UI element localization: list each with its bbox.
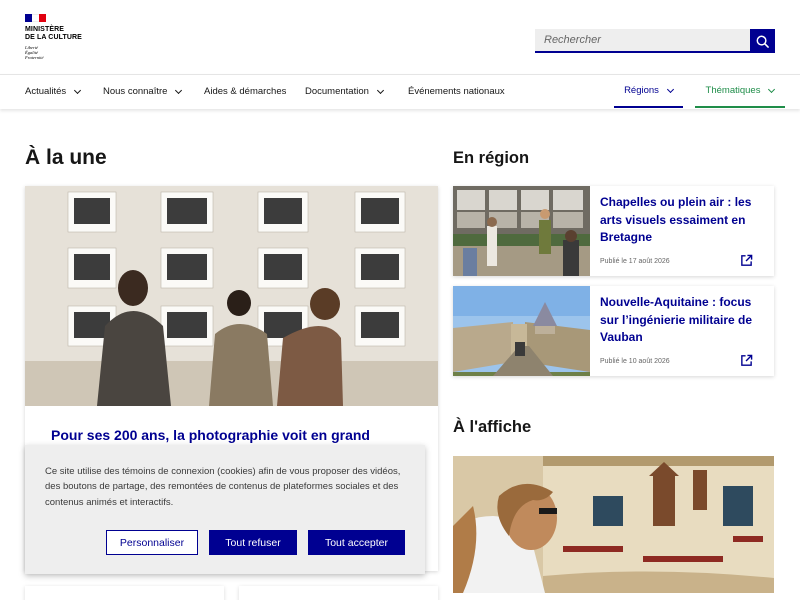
nav-item-actualites[interactable]: Actualités [25, 75, 82, 108]
nav-item-label: Actualités [25, 86, 67, 97]
nav-item-label: Nous connaître [103, 86, 168, 97]
nav-item-aides-demarches[interactable]: Aides & démarches [204, 75, 286, 108]
article-card-preview[interactable] [25, 586, 224, 600]
logo-title: Ministère de la Culture [25, 26, 82, 41]
section-heading-affiche: À l'affiche [453, 418, 532, 436]
customize-cookies-button[interactable]: Personnaliser [106, 530, 198, 555]
nav-themes[interactable]: Thématiques [695, 75, 785, 108]
search-button[interactable] [750, 29, 775, 53]
nav-item-label: Documentation [305, 86, 369, 97]
section-heading-region: En région [453, 149, 530, 167]
region-article-title: Nouvelle-Aquitaine : focus sur l’ingénie… [600, 295, 753, 344]
nav-item-label: Événements nationaux [408, 86, 505, 97]
chevron-down-icon [666, 85, 674, 93]
french-flag-icon [25, 14, 46, 22]
region-article-date: Publié le 17 août 2026 [600, 258, 670, 265]
article-card-preview[interactable] [239, 586, 438, 600]
external-link-icon [741, 354, 753, 366]
region-article-card[interactable]: Chapelles ou plein air : les arts visuel… [453, 186, 774, 276]
nav-item-evenements[interactable]: Événements nationaux [408, 75, 505, 108]
nav-regions[interactable]: Régions [614, 75, 683, 108]
region-article-card[interactable]: Nouvelle-Aquitaine : focus sur l’ingénie… [453, 286, 774, 376]
cookie-consent-banner: Ce site utilise des témoins de connexion… [25, 445, 425, 574]
region-article-title: Chapelles ou plein air : les arts visuel… [600, 195, 752, 244]
external-link-icon [741, 254, 753, 266]
ministry-logo[interactable]: Ministère de la Culture Liberté Égalité … [25, 14, 95, 60]
chevron-down-icon [175, 86, 183, 94]
search-input[interactable] [535, 29, 750, 53]
section-heading-une: À la une [25, 146, 107, 169]
chevron-down-icon [376, 86, 384, 94]
site-header: Ministère de la Culture Liberté Égalité … [0, 0, 800, 74]
search-icon [756, 35, 769, 48]
nav-item-nous-connaitre[interactable]: Nous connaître [103, 75, 183, 108]
cookie-consent-text: Ce site utilise des témoins de connexion… [45, 466, 401, 508]
main-nav: Actualités Nous connaître Aides & démarc… [0, 74, 800, 109]
featured-article-title: Pour ses 200 ans, la photographie voit e… [51, 427, 370, 443]
affiche-image[interactable] [453, 456, 774, 593]
nav-item-label: Thématiques [705, 85, 761, 96]
nav-item-label: Régions [624, 85, 659, 96]
featured-article-image [25, 186, 438, 406]
refuse-all-button[interactable]: Tout refuser [209, 530, 297, 555]
logo-motto: Liberté Égalité Fraternité [25, 45, 44, 60]
search-bar [535, 29, 775, 53]
chevron-down-icon [74, 86, 82, 94]
region-article-date: Publié le 10 août 2026 [600, 358, 670, 365]
accept-all-button[interactable]: Tout accepter [308, 530, 405, 555]
region-article-image [453, 186, 590, 276]
nav-item-label: Aides & démarches [204, 86, 287, 97]
region-article-image [453, 286, 590, 376]
chevron-down-icon [768, 85, 776, 93]
nav-item-documentation[interactable]: Documentation [305, 75, 384, 108]
